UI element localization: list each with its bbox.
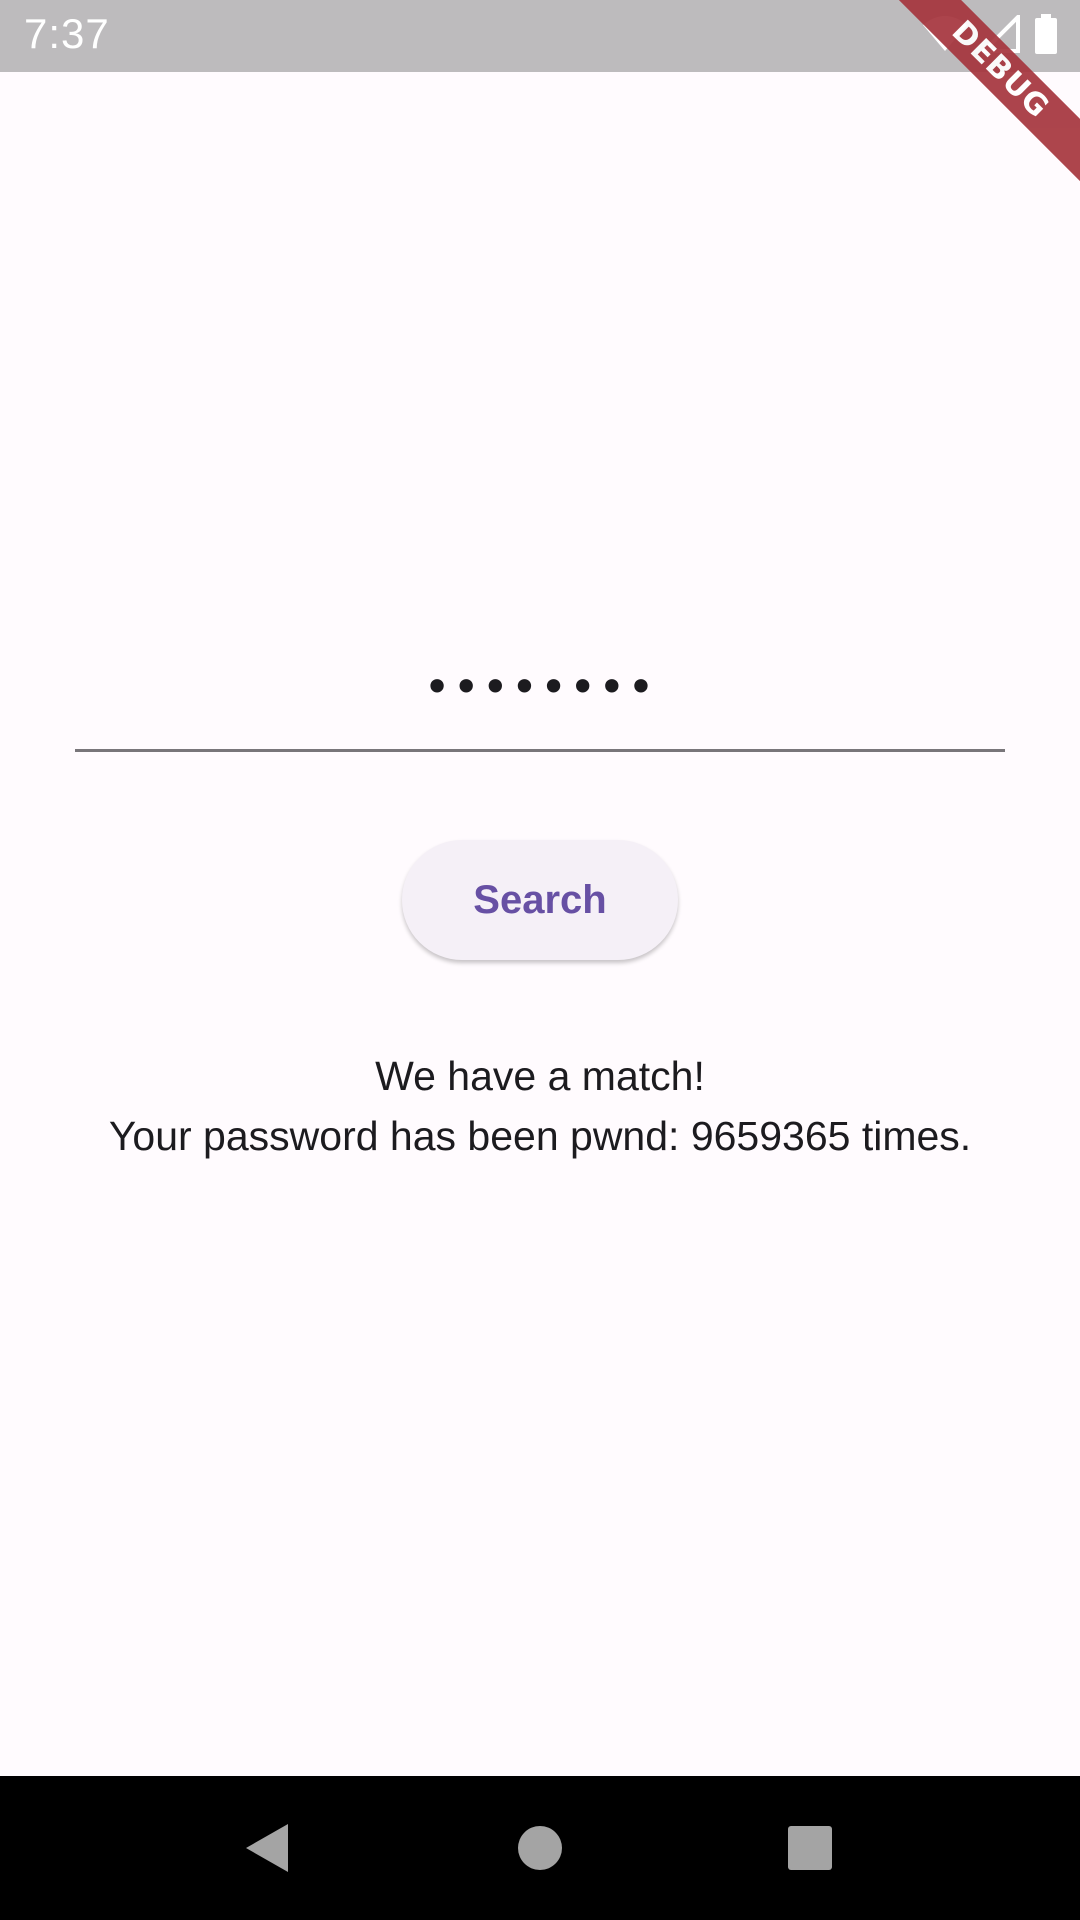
status-icons xyxy=(922,12,1058,58)
field-underline xyxy=(75,749,1005,752)
password-field[interactable]: •••••••• xyxy=(75,640,1005,752)
battery-icon xyxy=(1034,14,1058,58)
app-screen: 7:37 DEBUG •••••••• Search We have a mat… xyxy=(0,0,1080,1920)
recents-icon xyxy=(788,1826,832,1870)
status-time: 7:37 xyxy=(24,10,110,57)
wifi-icon xyxy=(922,15,968,57)
navigation-bar xyxy=(0,1776,1080,1920)
back-icon xyxy=(246,1824,288,1872)
cell-signal-icon xyxy=(979,12,1020,57)
back-button[interactable] xyxy=(198,1776,338,1920)
result-match-line: We have a match! xyxy=(375,1053,705,1099)
status-bar: 7:37 xyxy=(0,0,1080,72)
home-icon xyxy=(518,1826,562,1870)
recents-button[interactable] xyxy=(740,1776,880,1920)
password-value[interactable]: •••••••• xyxy=(75,660,1005,714)
search-button[interactable]: Search xyxy=(402,840,678,960)
result-message: We have a match! Your password has been … xyxy=(0,1046,1080,1166)
home-button[interactable] xyxy=(470,1776,610,1920)
result-count-line: Your password has been pwnd: 9659365 tim… xyxy=(108,1113,972,1159)
